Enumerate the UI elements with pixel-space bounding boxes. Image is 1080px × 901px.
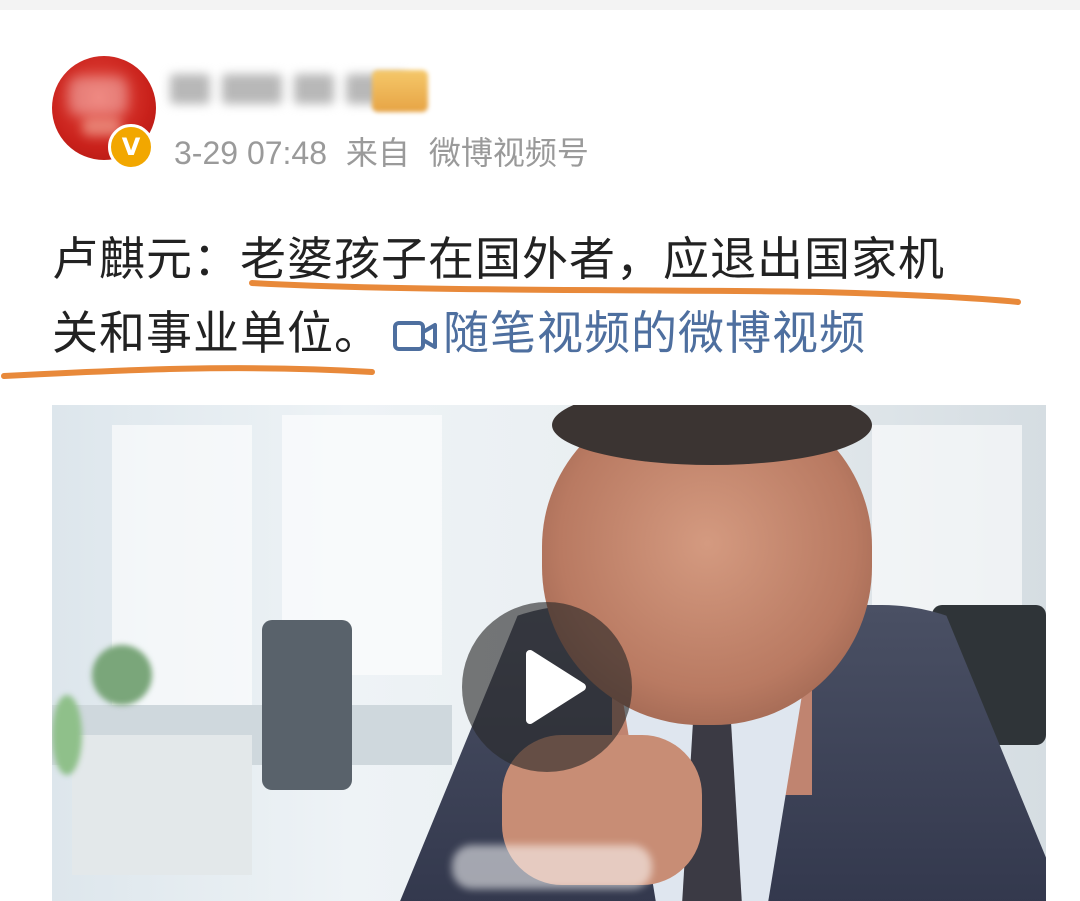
weibo-post-screenshot: V 3-29 07:48 来自 微博视频号 卢麒元：老婆孩子在国外者，应退出国家…: [0, 0, 1080, 901]
quote-part-2: 关和事业单位。: [52, 306, 381, 360]
post-line-2: 关和事业单位。 随笔视频的微博视频: [52, 296, 1052, 374]
speaker-name: 卢麒元：: [52, 232, 240, 286]
post-date: 3-29: [174, 135, 239, 171]
video-link-label: 随笔视频的微博视频: [443, 306, 866, 360]
member-rank-icon: [372, 70, 428, 112]
post-time: 07:48: [246, 135, 328, 171]
video-thumbnail[interactable]: [52, 405, 1046, 901]
post-line-1: 卢麒元：老婆孩子在国外者，应退出国家机: [52, 222, 1052, 296]
quote-part-1: 老婆孩子在国外者，应退出国家机: [240, 232, 945, 286]
from-label: 来自: [345, 135, 410, 171]
play-icon: [526, 650, 586, 724]
post-meta: 3-29 07:48 来自 微博视频号: [174, 128, 589, 174]
video-link[interactable]: 随笔视频的微博视频: [393, 306, 866, 360]
play-button[interactable]: [462, 602, 632, 772]
verified-v-icon: V: [108, 124, 154, 170]
video-watermark-redacted: [452, 845, 652, 889]
post-source[interactable]: 微博视频号: [429, 135, 589, 171]
post-body: 卢麒元：老婆孩子在国外者，应退出国家机 关和事业单位。 随笔视频的微博视频: [52, 222, 1052, 374]
top-divider: [0, 0, 1080, 10]
video-camera-icon: [393, 300, 437, 374]
